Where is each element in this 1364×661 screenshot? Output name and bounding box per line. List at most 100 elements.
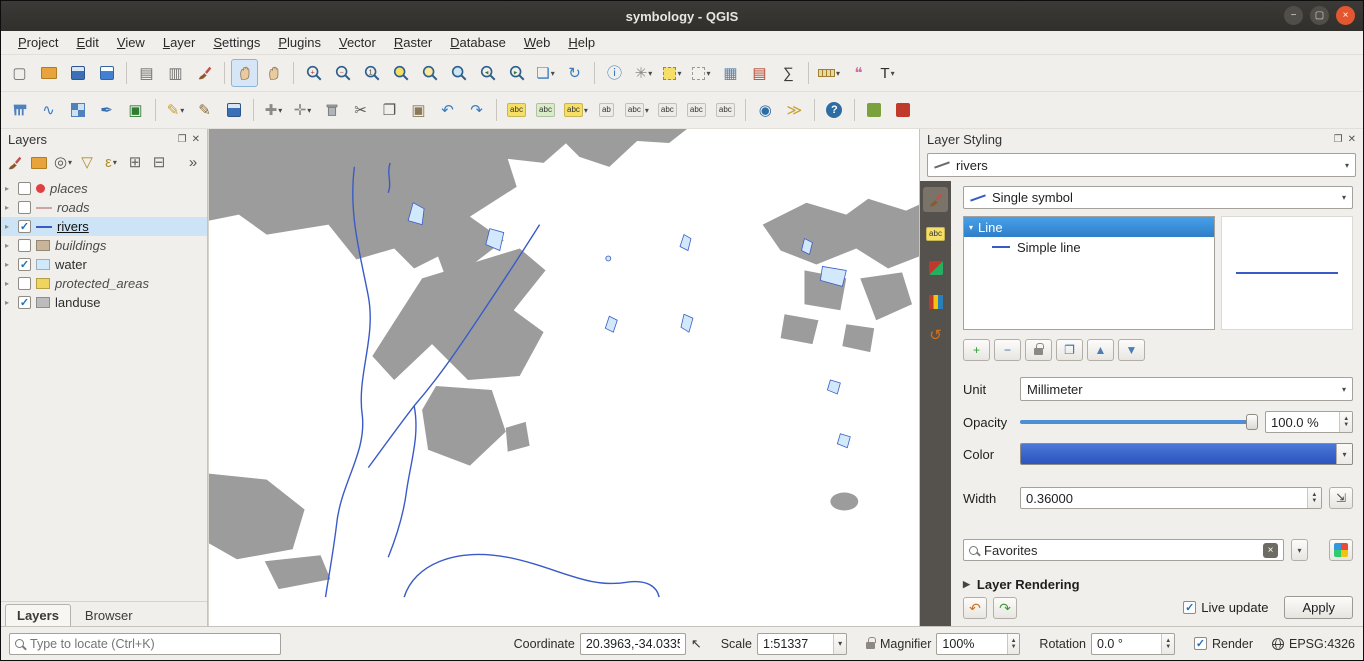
layer-rendering-section[interactable]: ▶ Layer Rendering (963, 577, 1353, 592)
layer-diagram-options-button[interactable]: abc (532, 96, 559, 124)
menu-raster[interactable]: Raster (385, 32, 441, 53)
add-symbol-layer-button[interactable]: + (963, 339, 990, 361)
new-map-view-button[interactable]: ❏▾ (532, 59, 559, 87)
save-project-as-button[interactable] (93, 59, 120, 87)
copy-features-button[interactable]: ❐ (376, 96, 403, 124)
maximize-button[interactable]: ▢ (1310, 6, 1329, 25)
symbol-search-box[interactable]: × (963, 539, 1284, 561)
paste-features-button[interactable]: ▣ (405, 96, 432, 124)
select-features-button[interactable]: ▾ (659, 59, 686, 87)
layer-item-water[interactable]: ▸✓water (1, 255, 207, 274)
undo-style-button[interactable]: ↶ (963, 597, 987, 619)
map-canvas[interactable] (208, 129, 919, 626)
menu-view[interactable]: View (108, 32, 154, 53)
move-label-button[interactable]: abc (654, 96, 681, 124)
expander-icon[interactable]: ▸ (5, 298, 13, 307)
show-map-tips-button[interactable]: ❝ (845, 59, 872, 87)
spin-arrows-icon[interactable]: ▲▼ (1339, 412, 1352, 432)
new-shapefile-layer-button[interactable]: ✒ (93, 96, 120, 124)
rotate-label-button[interactable]: abc (712, 96, 739, 124)
refresh-button[interactable]: ↻ (561, 59, 588, 87)
processing-toolbox-button[interactable] (861, 96, 888, 124)
zoom-out-button[interactable]: − (329, 59, 356, 87)
scale-combo[interactable]: ▾ (757, 633, 847, 655)
layer-visibility-checkbox[interactable]: ✓ (18, 220, 31, 233)
clear-search-icon[interactable]: × (1263, 543, 1278, 558)
rotation-spinbox[interactable]: ▲▼ (1091, 633, 1175, 655)
lock-icon[interactable] (866, 642, 875, 649)
open-field-calculator-button[interactable]: ▤ (746, 59, 773, 87)
expander-icon[interactable]: ▸ (5, 279, 13, 288)
open-project-button[interactable] (35, 59, 62, 87)
measure-line-button[interactable]: ▾ (815, 59, 843, 87)
run-feature-action-button[interactable]: ✳▾ (630, 59, 657, 87)
python-console-button[interactable]: ≫ (781, 96, 808, 124)
menu-vector[interactable]: Vector (330, 32, 385, 53)
coordinate-extents-toggle-icon[interactable]: ↖ (691, 637, 702, 650)
expander-icon[interactable]: ▾ (969, 223, 973, 232)
menu-layer[interactable]: Layer (154, 32, 205, 53)
width-spinbox[interactable]: ▲▼ (1020, 487, 1322, 509)
new-print-layout-button[interactable]: ▤ (133, 59, 160, 87)
show-layout-manager-button[interactable]: ▥ (162, 59, 189, 87)
menu-project[interactable]: Project (9, 32, 67, 53)
coordinate-box[interactable] (580, 633, 686, 655)
show-hide-labels-button[interactable]: abc▾ (622, 96, 652, 124)
add-group-button[interactable] (28, 152, 50, 174)
expander-icon[interactable]: ▸ (5, 222, 13, 231)
zoom-in-button[interactable]: + (300, 59, 327, 87)
save-layer-edits-button[interactable] (220, 96, 247, 124)
locate-box[interactable] (9, 633, 281, 655)
duplicate-symbol-layer-button[interactable]: ❐ (1056, 339, 1083, 361)
identify-features-button[interactable]: ⓘ (601, 59, 628, 87)
menu-plugins[interactable]: Plugins (269, 32, 330, 53)
current-edits-button[interactable]: ✎▾ (162, 96, 189, 124)
open-attribute-table-button[interactable]: ▦ (717, 59, 744, 87)
spin-arrows-icon[interactable]: ▲▼ (1161, 634, 1174, 654)
manage-map-themes-button[interactable]: ◎▾ (52, 152, 74, 174)
tab-layers[interactable]: Layers (5, 604, 71, 626)
zoom-last-button[interactable]: ◂ (474, 59, 501, 87)
symbol-tree-item-simple-line[interactable]: Simple line (964, 237, 1214, 257)
layer-labeling-options-button[interactable]: abc (503, 96, 530, 124)
layer-visibility-checkbox[interactable] (18, 182, 31, 195)
pan-map-to-selection-button[interactable] (260, 59, 287, 87)
collapse-all-button[interactable]: ⊟ (148, 152, 170, 174)
open-layer-styling-panel-button[interactable] (4, 152, 26, 174)
lock-symbol-color-button[interactable] (1025, 339, 1052, 361)
spin-arrows-icon[interactable]: ▲▼ (1007, 634, 1020, 654)
highlight-pinned-labels-button[interactable]: ab (593, 96, 620, 124)
apply-button[interactable]: Apply (1284, 596, 1353, 619)
color-dropdown-arrow[interactable]: ▾ (1336, 444, 1352, 464)
style-manager-button[interactable] (1329, 539, 1353, 561)
menu-help[interactable]: Help (559, 32, 604, 53)
toggle-editing-button[interactable]: ✎ (191, 96, 218, 124)
expander-icon[interactable]: ▸ (5, 241, 13, 250)
move-symbol-up-button[interactable]: ▲ (1087, 339, 1114, 361)
undock-icon[interactable]: ❐ (1334, 135, 1343, 145)
filter-legend-button[interactable]: ▽ (76, 152, 98, 174)
layer-item-rivers[interactable]: ▸✓rivers (1, 217, 207, 236)
minimize-button[interactable]: − (1284, 6, 1303, 25)
close-icon[interactable]: ✕ (1348, 135, 1356, 145)
move-symbol-down-button[interactable]: ▼ (1118, 339, 1145, 361)
live-update-checkbox[interactable]: ✓ (1183, 601, 1196, 614)
layer-visibility-checkbox[interactable] (18, 277, 31, 290)
undo-button[interactable]: ↶ (434, 96, 461, 124)
styling-tab-symbology[interactable] (923, 187, 948, 212)
vertex-tool-button[interactable]: ✚▾ (260, 96, 287, 124)
expander-icon[interactable]: ▸ (5, 184, 13, 193)
live-update-toggle[interactable]: ✓ Live update (1183, 600, 1268, 615)
spin-arrows-icon[interactable]: ▲▼ (1307, 488, 1321, 508)
scale-input[interactable] (758, 637, 833, 651)
layer-item-places[interactable]: ▸places (1, 179, 207, 198)
deselect-features-button[interactable]: ▾ (688, 59, 715, 87)
zoom-full-button[interactable] (387, 59, 414, 87)
menu-web[interactable]: Web (515, 32, 560, 53)
open-data-source-manager-button[interactable] (6, 96, 33, 124)
magnifier-input[interactable] (937, 637, 1006, 651)
pin-unpin-labels-button[interactable]: abc▾ (561, 96, 591, 124)
move-feature-button[interactable]: ✛▾ (289, 96, 316, 124)
metasearch-button[interactable]: ◉ (752, 96, 779, 124)
close-icon[interactable]: ✕ (192, 135, 200, 145)
